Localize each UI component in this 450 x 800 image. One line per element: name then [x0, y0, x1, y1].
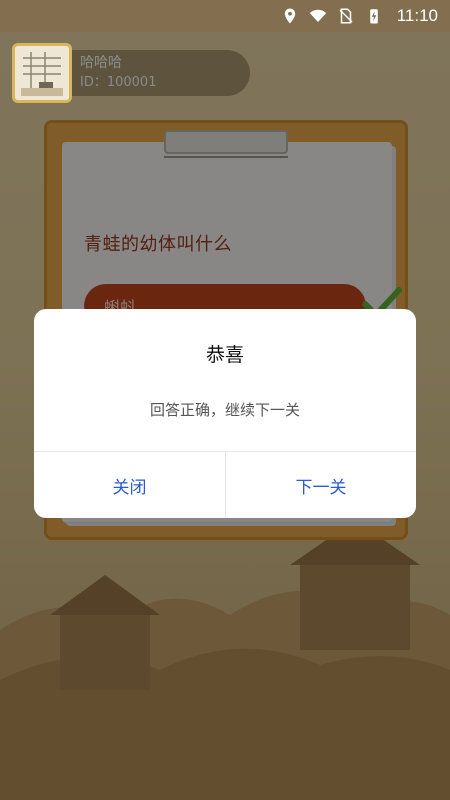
close-button[interactable]: 关闭	[34, 452, 225, 518]
wifi-icon	[309, 9, 326, 22]
avatar-image	[15, 46, 69, 100]
dialog-message: 回答正确，继续下一关	[149, 401, 300, 419]
avatar[interactable]	[12, 43, 72, 103]
battery-charging-icon	[369, 9, 378, 24]
status-time: 11:10	[396, 6, 438, 25]
close-button-label: 关闭	[112, 477, 147, 498]
next-level-button-label: 下一关	[295, 477, 347, 498]
dialog-title: 恭喜	[205, 344, 244, 366]
location-icon	[284, 8, 295, 24]
status-bar: 11:10	[0, 0, 450, 32]
no-sim-icon	[339, 8, 353, 24]
success-dialog: 恭喜 回答正确，继续下一关 关闭 下一关	[34, 309, 416, 518]
next-level-button[interactable]: 下一关	[225, 452, 416, 518]
